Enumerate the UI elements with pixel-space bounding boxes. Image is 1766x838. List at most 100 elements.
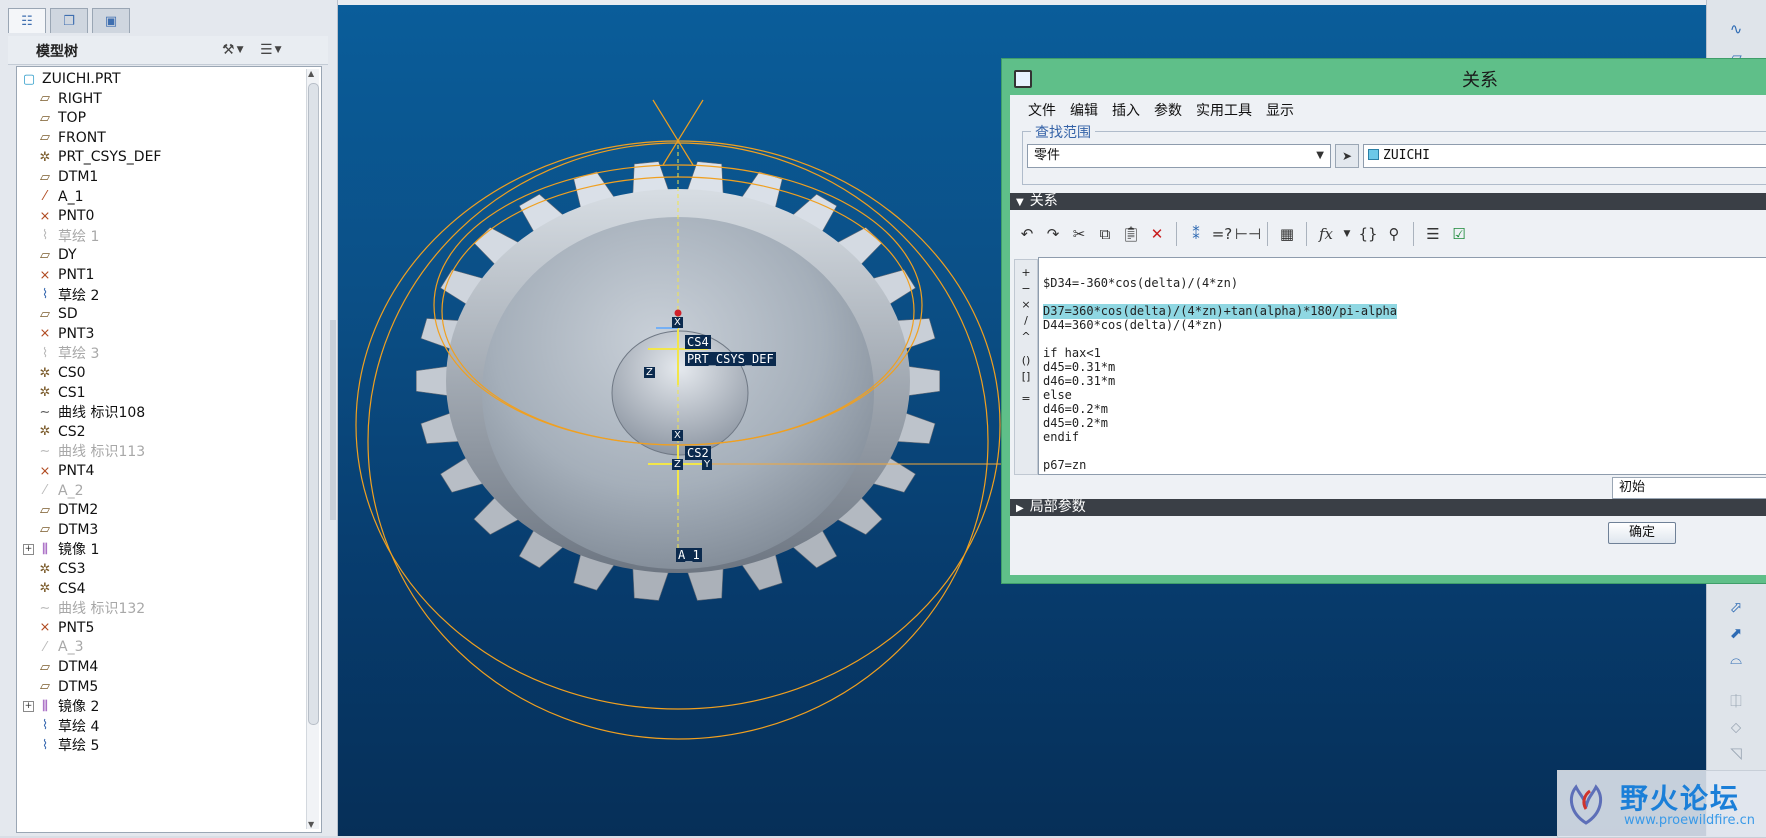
chevron-down-icon: ▼ xyxy=(236,45,244,55)
tree-item-label: RIGHT xyxy=(58,90,102,107)
code-line: $D34=-360*cos(delta)/(4*zn) xyxy=(1043,276,1239,290)
braces-icon[interactable]: {} xyxy=(1357,223,1379,245)
chevron-down-icon: ▼ xyxy=(1316,150,1324,161)
tree-item-label: 草绘 3 xyxy=(58,346,100,363)
scroll-down-icon[interactable]: ▼ xyxy=(308,820,314,829)
model-tree-panel: ☷ ❐ ▣ 模型树 ⚒ ▼ ☰ ▼ ▢ ZUICHI.PRT ▱ RIGHT ▱ TOP ▱ FR… xyxy=(0,0,338,836)
check-icon[interactable]: ☑ xyxy=(1448,223,1470,245)
menu-edit[interactable]: 编辑 xyxy=(1070,100,1098,120)
collapse-triangle-icon: ▼ xyxy=(1016,197,1024,208)
menu-display[interactable]: 显示 xyxy=(1266,100,1294,120)
tree-item-label: DTM2 xyxy=(58,502,99,519)
scrollbar-thumb[interactable] xyxy=(308,83,319,725)
copy-icon[interactable]: ⧉ xyxy=(1094,223,1116,245)
tree-item-label: FRONT xyxy=(58,129,106,146)
trim-tool-icon[interactable]: ◹ xyxy=(1725,742,1747,764)
model-tree-tab[interactable]: ☷ xyxy=(8,8,46,33)
datum-point-marker xyxy=(674,309,682,317)
evaluate-icon[interactable]: =? xyxy=(1211,223,1233,245)
tree-filter-button[interactable]: ☰ ▼ xyxy=(260,40,281,60)
datum-plane-icon: ▱ xyxy=(40,306,50,322)
expand-icon[interactable]: + xyxy=(23,700,34,712)
scope-type-select[interactable]: 零件 ▼ xyxy=(1027,144,1331,168)
curve-icon: ∼ xyxy=(39,443,51,459)
tree-item[interactable]: ⌇ 草绘 5 xyxy=(37,734,100,756)
relations-editor[interactable]: $D34=-360*cos(delta)/(4*zn) D37=360*cos(… xyxy=(1038,257,1766,475)
tree-icon: ☷ xyxy=(21,13,33,29)
tree-item-label: DTM5 xyxy=(58,678,99,695)
scroll-up-icon[interactable]: ▲ xyxy=(308,69,314,78)
menu-parameters[interactable]: 参数 xyxy=(1154,100,1182,120)
code-line: d46=0.2*m xyxy=(1043,402,1109,416)
extrude-tool-icon[interactable]: ⬀ xyxy=(1725,596,1747,618)
chevron-down-icon[interactable]: ▼ xyxy=(1341,223,1353,245)
dialog-title-bar[interactable]: 关系 xyxy=(1002,59,1766,95)
insert-dimension-icon[interactable]: ⊢⊣ xyxy=(1235,223,1261,245)
csys-tag-prt-csys-def: PRT_CSYS_DEF xyxy=(685,352,776,366)
favorites-tab[interactable]: ▣ xyxy=(92,8,130,33)
op-multiply[interactable]: × xyxy=(1015,298,1037,311)
datum-plane-icon: ▱ xyxy=(40,247,50,263)
tree-item-label: 草绘 5 xyxy=(58,738,100,755)
tree-item-label: CS4 xyxy=(58,580,86,597)
delete-icon[interactable]: ✕ xyxy=(1146,223,1168,245)
datum-point-icon: ⨯ xyxy=(39,620,51,636)
csys-tag-x2: X xyxy=(672,430,683,441)
op-plus[interactable]: + xyxy=(1015,266,1037,279)
sweep-tool-icon[interactable]: ⬈ xyxy=(1725,622,1747,644)
part-icon: ▢ xyxy=(22,71,36,87)
op-brackets[interactable]: [] xyxy=(1015,370,1037,383)
code-line: p67=zn xyxy=(1043,458,1087,472)
relations-section-header[interactable]: ▼ 关系 xyxy=(1010,193,1766,210)
csys-tag-z2: Z xyxy=(672,459,683,470)
menu-file[interactable]: 文件 xyxy=(1028,100,1056,120)
insert-function-icon[interactable]: fx xyxy=(1315,223,1337,245)
toolbar-separator xyxy=(1413,222,1414,246)
local-params-icon[interactable]: ☰ xyxy=(1422,223,1444,245)
op-minus[interactable]: − xyxy=(1015,282,1037,295)
menu-insert[interactable]: 插入 xyxy=(1112,100,1140,120)
mirror-tool-icon[interactable]: ⎅ xyxy=(1725,690,1747,712)
menu-utilities[interactable]: 实用工具 xyxy=(1196,100,1252,120)
scope-object-field[interactable]: ZUICHI xyxy=(1363,144,1766,168)
tree-item-label: CS0 xyxy=(58,365,86,381)
chevron-down-icon: ▼ xyxy=(274,45,282,55)
tree-item-label: 曲线 标识132 xyxy=(58,601,146,618)
blend-tool-icon[interactable]: ⌓ xyxy=(1725,648,1747,670)
layers-tab[interactable]: ❐ xyxy=(50,8,88,33)
op-divide[interactable]: / xyxy=(1015,314,1037,327)
local-params-section-header[interactable]: ▶ 局部参数 xyxy=(1010,499,1766,516)
scope-type-value: 零件 xyxy=(1034,148,1061,163)
code-line: D44=360*cos(delta)/(4*zn) xyxy=(1043,318,1224,332)
panel-splitter[interactable] xyxy=(330,320,336,520)
csys-tag-z: Z xyxy=(644,367,655,378)
datum-plane-icon: ▱ xyxy=(40,91,50,107)
tree-scrollbar[interactable]: ▲ ▼ xyxy=(306,69,319,829)
datum-curve-tool-icon[interactable]: ∿ xyxy=(1725,18,1747,40)
op-parentheses[interactable]: () xyxy=(1015,354,1037,367)
switch-dimensions-icon[interactable]: ⁑ xyxy=(1185,223,1207,245)
ok-button[interactable]: 确定 xyxy=(1608,522,1676,544)
tree-item-label: 曲线 标识108 xyxy=(58,405,146,422)
pattern-tool-icon[interactable]: ⬦ xyxy=(1725,716,1747,738)
part-icon xyxy=(1368,149,1379,160)
undo-icon[interactable]: ↶ xyxy=(1016,223,1038,245)
op-equals[interactable]: = xyxy=(1015,392,1037,405)
select-object-button[interactable]: ➤ xyxy=(1335,144,1359,168)
tree-header: 模型树 ⚒ ▼ ☰ ▼ xyxy=(8,36,328,65)
paste-icon[interactable]: 📋︎ xyxy=(1120,223,1142,245)
tree-item-label: A_1 xyxy=(58,188,84,205)
tree-settings-button[interactable]: ⚒ ▼ xyxy=(222,40,243,60)
csys-icon: ✲ xyxy=(39,385,51,401)
sort-relations-icon[interactable]: ▦ xyxy=(1276,223,1298,245)
datum-plane-icon: ▱ xyxy=(40,169,50,185)
value-type-select[interactable]: 初始 xyxy=(1612,477,1766,499)
datum-point-icon: ⨯ xyxy=(39,208,51,224)
verify-icon[interactable]: ⚲ xyxy=(1383,223,1405,245)
op-power[interactable]: ^ xyxy=(1015,330,1037,343)
expand-icon[interactable]: + xyxy=(23,543,34,555)
redo-icon[interactable]: ↷ xyxy=(1042,223,1064,245)
tree-title: 模型树 xyxy=(36,44,78,60)
cut-icon[interactable]: ✂ xyxy=(1068,223,1090,245)
toolbar-separator xyxy=(1176,222,1177,246)
